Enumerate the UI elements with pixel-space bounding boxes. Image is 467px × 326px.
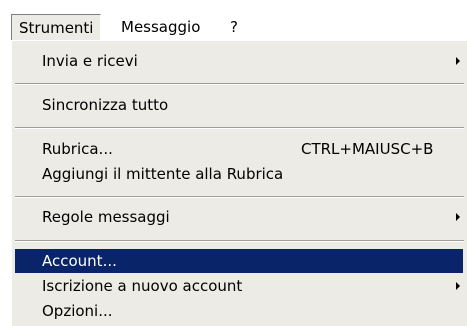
menu-separator [15,83,464,85]
menu-item-sincronizza-tutto[interactable]: Sincronizza tutto [15,93,463,117]
menu-item-label: Iscrizione a nuovo account [42,277,243,295]
submenu-arrow-icon [456,282,460,290]
menu-item-label: Rubrica... [42,140,113,158]
menu-item-label: Sincronizza tutto [42,96,169,114]
menu-item-shortcut: CTRL+MAIUSC+B [301,140,434,158]
menu-item-label: Opzioni... [42,302,113,320]
menu-item-label: Account... [42,252,117,270]
menu-separator [15,240,464,242]
menu-item-opzioni[interactable]: Opzioni... [15,299,463,323]
submenu-arrow-icon [456,213,460,221]
menu-item-aggiungi-mittente[interactable]: Aggiungi il mittente alla Rubrica [15,162,463,186]
menu-item-regole-messaggi[interactable]: Regole messaggi [15,205,463,229]
menu-item-invia-e-ricevi[interactable]: Invia e ricevi [15,49,463,73]
menu-separator [15,196,464,198]
menu-item-label: Aggiungi il mittente alla Rubrica [42,165,284,183]
menu-strumenti[interactable]: Strumenti [11,14,102,43]
submenu-arrow-icon [456,57,460,65]
menu-item-iscrizione-nuovo-account[interactable]: Iscrizione a nuovo account [15,274,463,298]
menu-item-account[interactable]: Account... [15,249,463,273]
menu-messaggio[interactable]: Messaggio [114,14,207,40]
menu-help[interactable]: ? [223,14,245,40]
strumenti-dropdown-menu: Invia e ricevi Sincronizza tutto Rubrica… [11,40,467,326]
menu-bar: Strumenti Messaggio ? [0,0,467,43]
menu-separator [15,127,464,129]
menu-item-label: Regole messaggi [42,208,170,226]
menu-item-label: Invia e ricevi [42,52,138,70]
menu-item-rubrica[interactable]: Rubrica... CTRL+MAIUSC+B [15,137,463,161]
